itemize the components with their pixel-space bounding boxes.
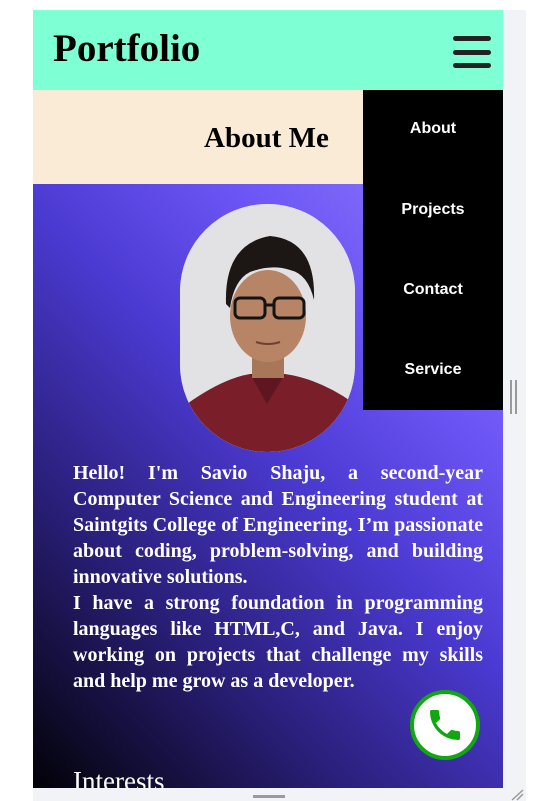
hamburger-bar bbox=[453, 36, 491, 41]
nav-item-contact[interactable]: Contact bbox=[363, 250, 503, 330]
site-header: Portfolio bbox=[33, 10, 503, 90]
profile-photo bbox=[180, 204, 355, 452]
nav-item-projects[interactable]: Projects bbox=[363, 170, 503, 250]
call-button[interactable] bbox=[410, 690, 480, 760]
phone-icon-glyph bbox=[430, 710, 460, 740]
phone-icon bbox=[418, 698, 472, 752]
about-title: About Me bbox=[204, 122, 329, 154]
nav-dropdown-menu: About Projects Contact Service bbox=[363, 90, 503, 410]
profile-photo-image bbox=[180, 204, 355, 452]
nav-item-service[interactable]: Service bbox=[363, 330, 503, 410]
page-viewport: Portfolio About Me Hello! I'm Savio Shaj… bbox=[33, 10, 503, 788]
hamburger-icon[interactable] bbox=[453, 36, 491, 68]
bio-paragraph: I have a strong foundation in programmin… bbox=[73, 592, 483, 692]
bio-paragraph: Hello! I'm Savio Shaju, a second-year Co… bbox=[73, 462, 483, 588]
nav-item-about[interactable]: About bbox=[363, 90, 503, 170]
bottom-handle-icon[interactable] bbox=[253, 795, 285, 798]
bio-text: Hello! I'm Savio Shaju, a second-year Co… bbox=[73, 460, 483, 694]
resize-corner-icon[interactable] bbox=[510, 788, 524, 801]
brand-logo-text[interactable]: Portfolio bbox=[53, 27, 200, 71]
scroll-handle-icon[interactable] bbox=[510, 380, 518, 414]
interests-heading: Interests bbox=[73, 766, 165, 788]
hamburger-bar bbox=[453, 63, 491, 68]
hamburger-bar bbox=[453, 49, 491, 55]
